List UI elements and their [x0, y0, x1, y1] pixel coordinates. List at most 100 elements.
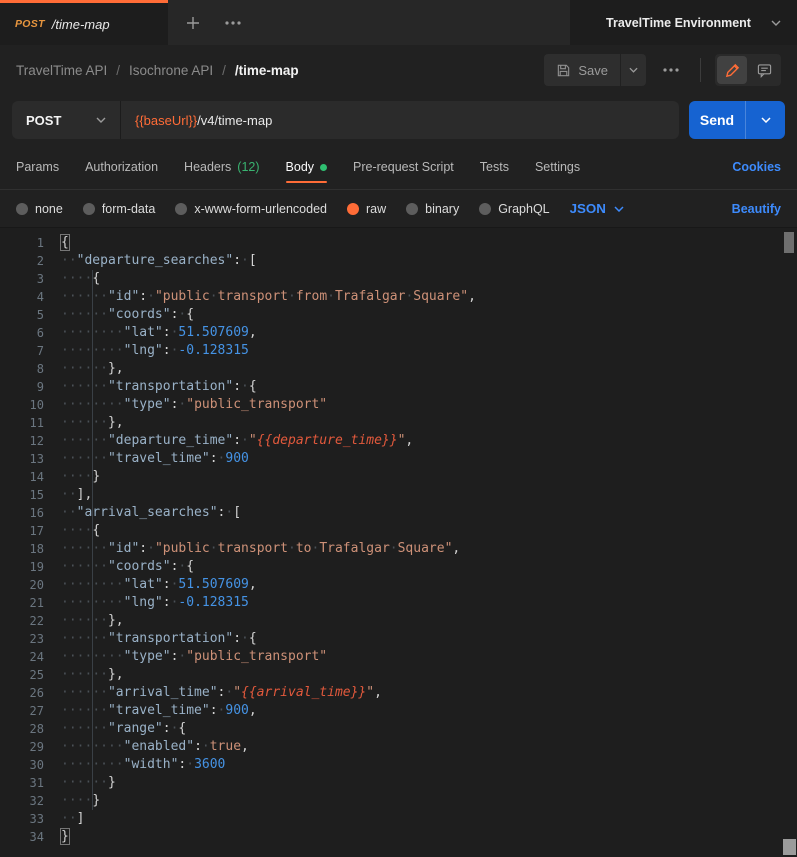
- language-select[interactable]: JSON: [570, 201, 624, 216]
- line-number: 27: [0, 702, 44, 720]
- environment-selector[interactable]: TravelTime Environment: [570, 0, 797, 45]
- line-number: 10: [0, 396, 44, 414]
- comment-icon: [757, 63, 772, 78]
- chevron-down-icon: [771, 20, 781, 26]
- save-options-button[interactable]: [620, 54, 646, 86]
- radio-icon: [347, 203, 359, 215]
- code-text: ········"lng":·-0.128315: [61, 342, 249, 360]
- radio-form-data[interactable]: form-data: [83, 202, 156, 216]
- header-actions: Save: [544, 54, 781, 86]
- radio-raw[interactable]: raw: [347, 202, 386, 216]
- line-number: 1: [0, 234, 44, 252]
- code-text: ······"arrival_time":·"{{arrival_time}}"…: [61, 684, 382, 702]
- more-tabs-button[interactable]: [218, 8, 248, 38]
- scrollbar-thumb[interactable]: [784, 232, 794, 253]
- code-line: 29········"enabled":·true,: [0, 738, 797, 756]
- code-text: ······"range":·{: [61, 720, 186, 738]
- method-select[interactable]: POST: [12, 101, 120, 139]
- breadcrumb-item[interactable]: TravelTime API: [16, 63, 107, 78]
- radio-label: GraphQL: [498, 202, 549, 216]
- code-text: ······"id":·"public·transport·from·Trafa…: [61, 288, 476, 306]
- line-number: 32: [0, 792, 44, 810]
- beautify-button[interactable]: Beautify: [732, 202, 781, 216]
- comment-button[interactable]: [749, 56, 779, 84]
- tab-settings[interactable]: Settings: [535, 145, 580, 189]
- breadcrumb-separator: /: [116, 63, 120, 78]
- body-type-row: none form-data x-www-form-urlencoded raw bin…: [0, 190, 797, 228]
- request-tabs: Params Authorization Headers (12) Body Pre-re…: [0, 145, 797, 190]
- tab-params[interactable]: Params: [16, 145, 59, 189]
- code-text: ······"transportation":·{: [61, 378, 257, 396]
- code-line: 1{: [0, 234, 797, 252]
- new-tab-button[interactable]: [178, 8, 208, 38]
- ellipsis-icon: [663, 68, 679, 72]
- tab-label: Settings: [535, 160, 580, 174]
- request-header-row: TravelTime API/Isochrone API//time-map S…: [0, 45, 797, 95]
- radio-binary[interactable]: binary: [406, 202, 459, 216]
- code-text: ······"id":·"public·transport·to·Trafalg…: [61, 540, 460, 558]
- code-line: 30········"width":·3600: [0, 756, 797, 774]
- code-text: ··],: [61, 486, 92, 504]
- line-number: 7: [0, 342, 44, 360]
- tab-tests[interactable]: Tests: [480, 145, 509, 189]
- radio-none[interactable]: none: [16, 202, 63, 216]
- chevron-down-icon: [614, 206, 624, 212]
- url-variable: {{baseUrl}}: [135, 113, 197, 128]
- radio-graphql[interactable]: GraphQL: [479, 202, 549, 216]
- tab-headers[interactable]: Headers (12): [184, 145, 259, 189]
- send-button[interactable]: Send: [689, 101, 745, 139]
- code-line: 11······},: [0, 414, 797, 432]
- code-text: ········"width":·3600: [61, 756, 225, 774]
- code-line: 33··]: [0, 810, 797, 828]
- radio-x-www-form-urlencoded[interactable]: x-www-form-urlencoded: [175, 202, 327, 216]
- code-line: 8······},: [0, 360, 797, 378]
- url-row: POST {{baseUrl}}/v4/time-map Send: [0, 95, 797, 145]
- line-number: 22: [0, 612, 44, 630]
- send-options-button[interactable]: [745, 101, 785, 139]
- code-line: 3 ····{: [0, 270, 797, 288]
- code-line: 28······"range":·{: [0, 720, 797, 738]
- code-text: ····{: [61, 270, 100, 288]
- code-text: ······"transportation":·{: [61, 630, 257, 648]
- radio-label: binary: [425, 202, 459, 216]
- code-text: ····}: [61, 792, 100, 810]
- environment-name: TravelTime Environment: [586, 16, 771, 30]
- tab-count: (12): [237, 160, 259, 174]
- cookies-link[interactable]: Cookies: [732, 160, 781, 174]
- code-line: 5······"coords":·{: [0, 306, 797, 324]
- language-value: JSON: [570, 201, 606, 216]
- more-actions-button[interactable]: [656, 55, 686, 85]
- line-number: 3: [0, 270, 44, 288]
- code-text: ········"lat":·51.507609,: [61, 576, 257, 594]
- code-text: ········"enabled":·true,: [61, 738, 249, 756]
- save-icon: [556, 63, 571, 78]
- code-text: ····}: [61, 468, 100, 486]
- tab-strip: POST /time-map TravelTime Environment: [0, 0, 797, 45]
- code-line: 6········"lat":·51.507609,: [0, 324, 797, 342]
- code-line: 9······"transportation":·{: [0, 378, 797, 396]
- code-editor[interactable]: 1{2··"departure_searches":·[3····{4·····…: [0, 228, 797, 857]
- tab-body[interactable]: Body: [286, 145, 328, 189]
- indent-guide: [92, 270, 93, 810]
- breadcrumb-item[interactable]: /time-map: [235, 63, 299, 78]
- code-line: 10········"type":·"public_transport": [0, 396, 797, 414]
- line-number: 15: [0, 486, 44, 504]
- tab-label: Headers: [184, 160, 231, 174]
- chevron-down-icon: [629, 67, 638, 73]
- radio-icon: [479, 203, 491, 215]
- code-line: 19······"coords":·{: [0, 558, 797, 576]
- tab-authorization[interactable]: Authorization: [85, 145, 158, 189]
- edit-request-button[interactable]: [717, 56, 747, 84]
- save-button[interactable]: Save: [544, 54, 620, 86]
- code-line: 18······"id":·"public·transport·to·Trafa…: [0, 540, 797, 558]
- line-number: 12: [0, 432, 44, 450]
- breadcrumb-item[interactable]: Isochrone API: [129, 63, 213, 78]
- line-number: 25: [0, 666, 44, 684]
- request-tab[interactable]: POST /time-map: [0, 0, 168, 45]
- code-text: ········"lat":·51.507609,: [61, 324, 257, 342]
- tab-pre-request-script[interactable]: Pre-request Script: [353, 145, 454, 189]
- radio-label: raw: [366, 202, 386, 216]
- url-input[interactable]: {{baseUrl}}/v4/time-map: [121, 113, 286, 128]
- code-line: 2··"departure_searches":·[: [0, 252, 797, 270]
- radio-label: none: [35, 202, 63, 216]
